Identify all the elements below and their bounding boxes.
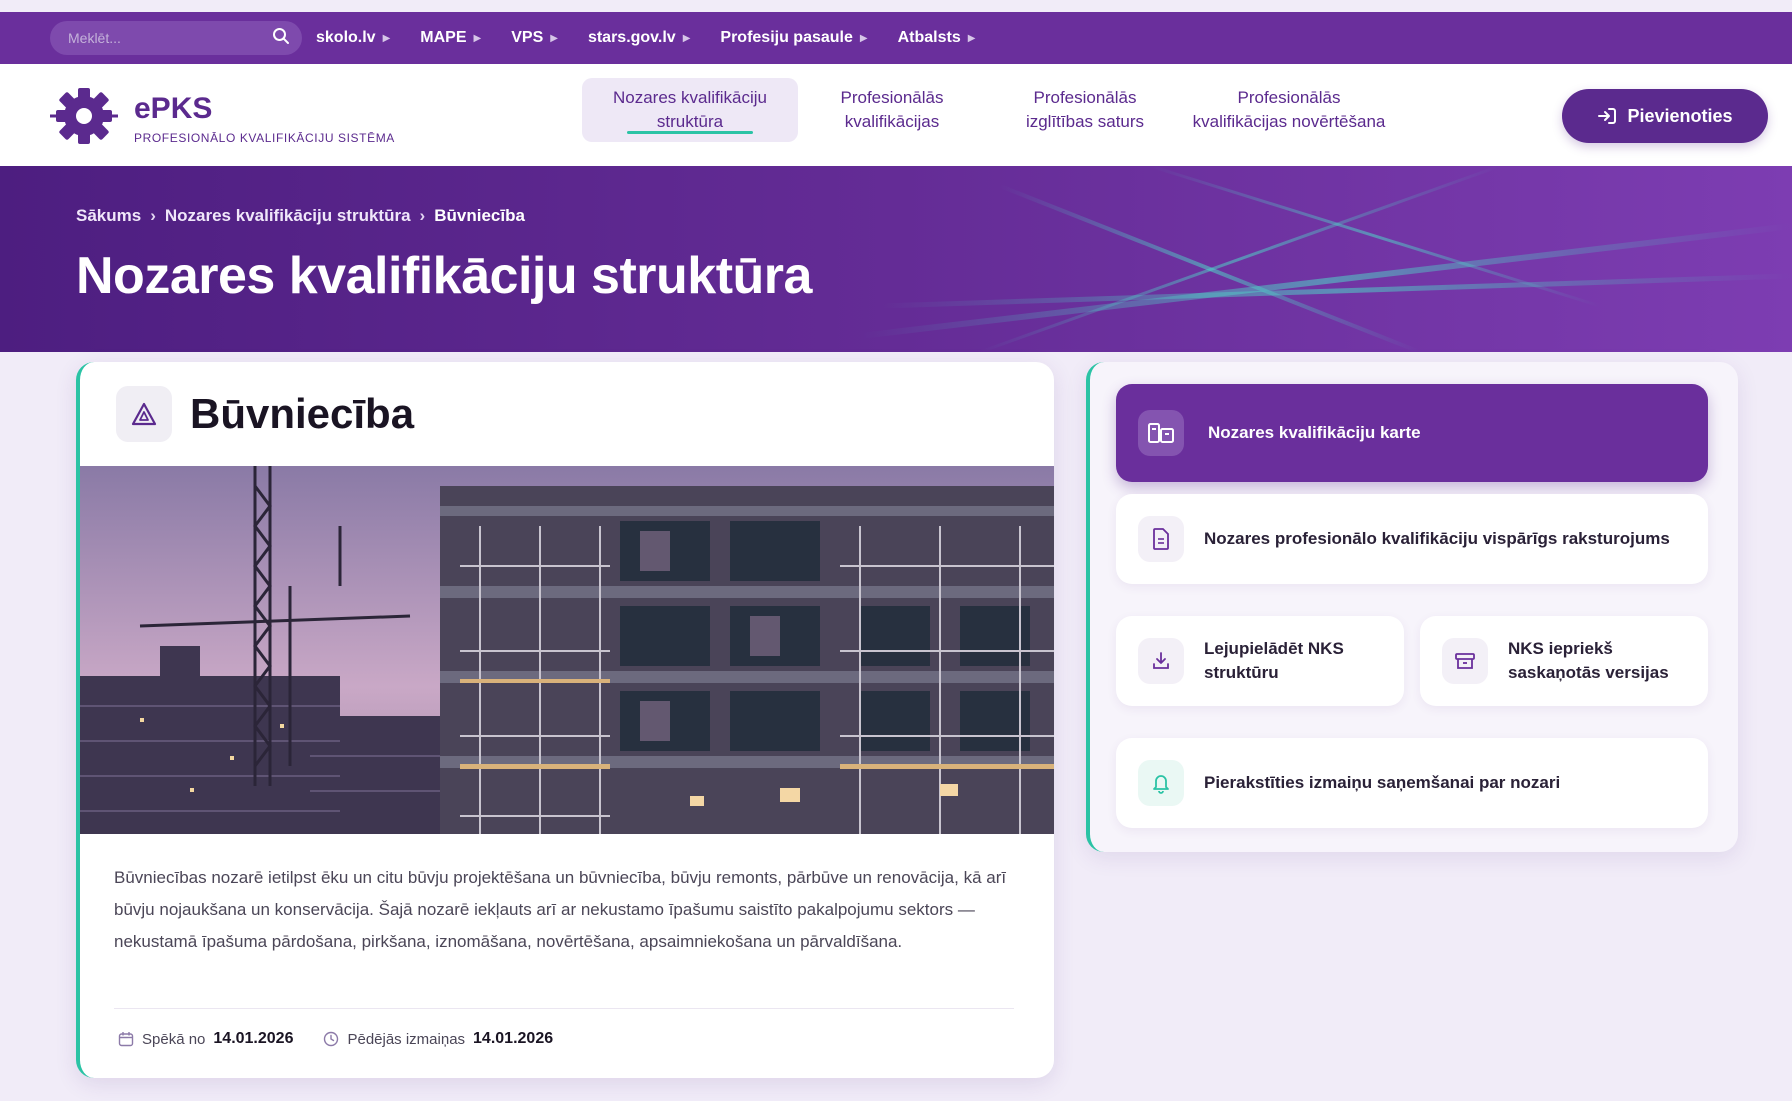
toplink-label: MAPE	[420, 29, 467, 46]
last-change: Pēdējās izmaiņas 14.01.2026	[323, 1030, 553, 1048]
utility-bar: skolo.lv ▶ MAPE ▶ VPS ▶ stars.gov.lv ▶ Profe…	[0, 12, 1792, 64]
sector-card-header: Būvniecība	[80, 362, 1054, 466]
search-icon[interactable]	[272, 27, 290, 50]
toplink-stars[interactable]: stars.gov.lv ▶	[588, 29, 690, 47]
triangle-right-icon: ▶	[550, 32, 558, 44]
triangle-right-icon: ▶	[859, 32, 868, 44]
warning-triangle-icon	[116, 386, 172, 442]
bell-icon	[1138, 760, 1184, 806]
tile-label-line1: NKS iepriekš	[1508, 639, 1613, 658]
logo-subtitle: PROFESIONĀLO KVALIFIKĀCIJU SISTĒMA	[134, 130, 395, 145]
nav-label-line1: Profesionālās	[1237, 88, 1341, 107]
toplink-mape[interactable]: MAPE ▶	[420, 29, 481, 47]
toplink-label: Atbalsts	[897, 29, 961, 46]
triangle-right-icon: ▶	[682, 32, 691, 44]
breadcrumb-structure[interactable]: Nozares kvalifikāciju struktūra	[165, 206, 411, 226]
toplink-vps[interactable]: VPS ▶	[511, 29, 558, 47]
breadcrumb-current: Būvniecība	[434, 206, 525, 225]
nav-izglitibas-saturs[interactable]: Profesionālās izglītības saturs	[1010, 78, 1160, 142]
valid-from-date: 14.01.2026	[213, 1030, 294, 1047]
document-icon	[1138, 516, 1184, 562]
toplink-profesiju-pasaule[interactable]: Profesiju pasaule ▶	[720, 29, 867, 47]
download-structure-button[interactable]: Lejupielādēt NKS struktūru	[1116, 616, 1404, 706]
sector-meta: Spēkā no 14.01.2026 Pēdējās izmaiņas 14.…	[118, 1030, 583, 1048]
divider	[114, 1008, 1014, 1009]
login-icon	[1597, 107, 1617, 125]
last-change-label: Pēdējās izmaiņas	[347, 1030, 466, 1048]
tile-label: Pierakstīties izmaiņu saņemšanai par noz…	[1204, 773, 1561, 792]
clock-icon	[323, 1031, 339, 1047]
previous-versions-button[interactable]: NKS iepriekš saskaņotās versijas	[1420, 616, 1708, 706]
map-book-icon	[1138, 410, 1184, 456]
main-nav: Nozares kvalifikāciju struktūra Profesio…	[582, 78, 1404, 142]
site-logo[interactable]: ePKS PROFESIONĀLO KVALIFIKĀCIJU SISTĒMA	[50, 86, 395, 151]
tile-label: NKS iepriekš saskaņotās versijas	[1508, 637, 1669, 685]
last-change-date: 14.01.2026	[473, 1030, 554, 1047]
main-header: ePKS PROFESIONĀLO KVALIFIKĀCIJU SISTĒMA …	[0, 64, 1792, 166]
toplink-label: VPS	[511, 29, 544, 46]
sector-title: Būvniecība	[190, 390, 415, 437]
tile-label: Lejupielādēt NKS struktūru	[1204, 637, 1344, 685]
tile-label: Nozares profesionālo kvalifikāciju vispā…	[1204, 529, 1670, 548]
gear-logo-icon	[50, 86, 118, 151]
page-title: Nozares kvalifikāciju struktūra	[76, 247, 812, 305]
login-button[interactable]: Pievienoties	[1562, 89, 1768, 143]
nav-label-line2: kvalifikācijas novērtēšana	[1192, 112, 1386, 131]
logo-title: ePKS	[134, 91, 213, 125]
login-label: Pievienoties	[1627, 105, 1733, 126]
toplink-atbalsts[interactable]: Atbalsts ▶	[898, 29, 976, 47]
calendar-icon	[118, 1031, 134, 1047]
download-icon	[1138, 638, 1184, 684]
archive-icon	[1442, 638, 1488, 684]
sector-card: Būvniecība Būvniecības nozarē ietilpst ē…	[76, 362, 1054, 1078]
actions-panel: Nozares kvalifikāciju karte Nozares prof…	[1086, 362, 1738, 852]
valid-from-label: Spēkā no	[142, 1030, 206, 1048]
nav-label-line1: Nozares kvalifikāciju	[613, 88, 767, 107]
breadcrumb-home[interactable]: Sākums	[76, 206, 141, 226]
triangle-right-icon: ▶	[382, 32, 391, 44]
tile-label-line2: saskaņotās versijas	[1508, 663, 1669, 682]
tile-label-line2: struktūru	[1204, 663, 1279, 682]
nav-label-line2: kvalifikācijas	[844, 112, 940, 131]
sector-description: Būvniecības nozarē ietilpst ēku un citu …	[114, 868, 1007, 951]
toplink-label: Profesiju pasaule	[720, 29, 853, 46]
toplink-skolo[interactable]: skolo.lv ▶	[316, 29, 390, 47]
nav-label-line2: struktūra	[656, 112, 724, 131]
tile-label: Nozares kvalifikāciju karte	[1208, 423, 1421, 442]
nav-kvalifikacijas-novertesana[interactable]: Profesionālās kvalifikācijas novērtēšana	[1174, 78, 1404, 142]
logo-text: ePKS PROFESIONĀLO KVALIFIKĀCIJU SISTĒMA	[134, 91, 395, 145]
overview-button[interactable]: Nozares profesionālo kvalifikāciju vispā…	[1116, 494, 1708, 584]
nav-label-line1: Profesionālās	[840, 88, 944, 107]
search-input[interactable]	[68, 30, 272, 46]
valid-from: Spēkā no 14.01.2026	[118, 1030, 293, 1048]
nav-nozares-kvalifikaciju-struktura[interactable]: Nozares kvalifikāciju struktūra	[582, 78, 798, 142]
breadcrumb-separator: ›	[150, 206, 156, 225]
tile-label-line1: Lejupielādēt NKS	[1204, 639, 1344, 658]
breadcrumb-separator: ›	[419, 206, 426, 225]
construction-photo	[80, 466, 1054, 834]
nav-profesionalas-kvalifikacijas[interactable]: Profesionālās kvalifikācijas	[822, 78, 962, 142]
nav-label-line2: izglītības saturs	[1025, 112, 1145, 131]
subscribe-button[interactable]: Pierakstīties izmaiņu saņemšanai par noz…	[1116, 738, 1708, 828]
toplink-label: stars.gov.lv	[587, 29, 676, 46]
triangle-right-icon: ▶	[473, 32, 482, 44]
search-box	[50, 21, 302, 55]
qualification-map-button[interactable]: Nozares kvalifikāciju karte	[1116, 384, 1708, 482]
toplink-label: skolo.lv	[316, 29, 376, 46]
triangle-right-icon: ▶	[967, 32, 976, 44]
hero-banner: Sākums › Nozares kvalifikāciju struktūra…	[0, 166, 1792, 352]
breadcrumb: Sākums › Nozares kvalifikāciju struktūra…	[76, 206, 525, 226]
nav-label-line1: Profesionālās	[1033, 88, 1137, 107]
